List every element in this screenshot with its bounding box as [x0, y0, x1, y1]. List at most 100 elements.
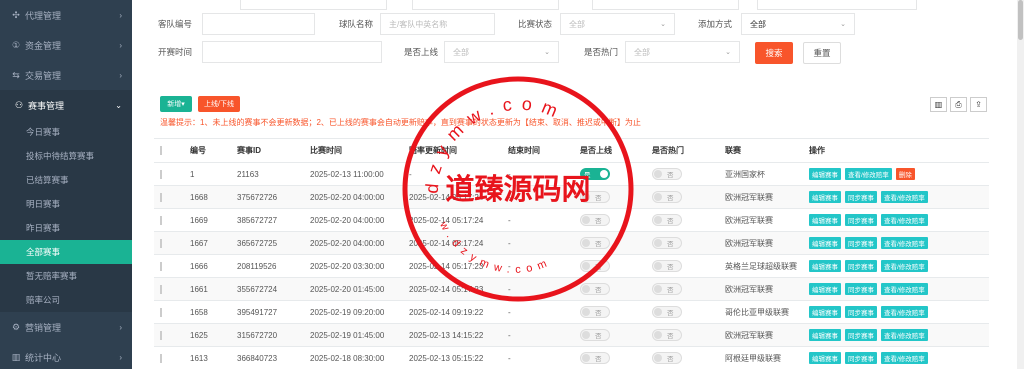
sidebar-item[interactable]: 已结算赛事: [0, 168, 132, 192]
cell-league: 哥伦比亚甲级联赛: [725, 307, 789, 317]
action-button[interactable]: 查看/修改赔率: [881, 191, 928, 203]
hot-toggle[interactable]: 否: [652, 214, 682, 226]
row-checkbox[interactable]: [160, 169, 162, 179]
cell-actions: 编辑赛事 同步赛事 查看/修改赔率: [803, 352, 989, 364]
hot-toggle[interactable]: 否: [652, 283, 682, 295]
hot-toggle[interactable]: 否: [652, 191, 682, 203]
toggle-knob: [654, 170, 662, 178]
cell-id: 1669: [190, 215, 208, 225]
row-checkbox[interactable]: [160, 192, 162, 202]
row-checkbox[interactable]: [160, 330, 162, 340]
action-button[interactable]: 同步赛事: [845, 283, 877, 295]
action-button[interactable]: 查看/修改赔率: [881, 237, 928, 249]
sidebar-group[interactable]: ⚙ 营销管理 ›: [0, 312, 132, 342]
reset-button[interactable]: 重置: [803, 42, 841, 64]
sidebar-group[interactable]: ⚇ 赛事管理 ⌄: [0, 90, 132, 120]
top-partial-input-4[interactable]: [757, 0, 917, 10]
action-button[interactable]: 查看/修改赔率: [881, 260, 928, 272]
action-button[interactable]: 编辑赛事: [809, 191, 841, 203]
top-partial-input-3[interactable]: [592, 0, 739, 10]
row-checkbox[interactable]: [160, 238, 162, 248]
action-button[interactable]: 查看/修改赔率: [881, 329, 928, 341]
hot-toggle[interactable]: 否: [652, 237, 682, 249]
action-button[interactable]: 编辑赛事: [809, 214, 841, 226]
action-button[interactable]: 同步赛事: [845, 260, 877, 272]
action-button[interactable]: 同步赛事: [845, 214, 877, 226]
cell-match-id: 315672720: [237, 330, 278, 340]
add-method-select[interactable]: 全部 ⌄: [741, 13, 855, 35]
table-row[interactable]: 1625 315672720 2025-02-19 01:45:00 2025-02-…: [154, 324, 989, 347]
row-checkbox[interactable]: [160, 284, 162, 294]
online-offline-button[interactable]: 上线/下线: [198, 96, 240, 112]
online-toggle[interactable]: 否: [580, 329, 610, 341]
row-checkbox[interactable]: [160, 353, 162, 363]
checkbox-cell: [154, 330, 184, 340]
action-button[interactable]: 同步赛事: [845, 237, 877, 249]
top-partial-input-1[interactable]: [240, 0, 387, 10]
customer-id-label: 客队编号: [158, 19, 193, 29]
action-button[interactable]: 编辑赛事: [809, 283, 841, 295]
table-row[interactable]: 1658 395491727 2025-02-19 09:20:00 2025-02-…: [154, 301, 989, 324]
sidebar-group[interactable]: ① 资金管理 ›: [0, 30, 132, 60]
sidebar-group-label: 交易管理: [25, 70, 62, 81]
action-button[interactable]: 查看/修改赔率: [881, 352, 928, 364]
sidebar-item[interactable]: 明日赛事: [0, 192, 132, 216]
scrollbar[interactable]: [1017, 0, 1024, 369]
match-status-select[interactable]: 全部 ⌄: [560, 13, 675, 35]
hot-toggle[interactable]: 否: [652, 260, 682, 272]
print-icon[interactable]: ⎙: [950, 97, 967, 112]
action-button[interactable]: 编辑赛事: [809, 168, 841, 180]
export-icon[interactable]: ⇪: [970, 97, 987, 112]
action-button[interactable]: 编辑赛事: [809, 260, 841, 272]
online-select[interactable]: 全部 ⌄: [444, 41, 559, 63]
hot-toggle[interactable]: 否: [652, 352, 682, 364]
select-all-checkbox[interactable]: [160, 146, 162, 155]
sidebar-group[interactable]: ▥ 统计中心 ›: [0, 342, 132, 369]
sidebar-item[interactable]: 赔率公司: [0, 288, 132, 312]
action-button[interactable]: 查看/修改赔率: [881, 214, 928, 226]
hot-select[interactable]: 全部 ⌄: [625, 41, 740, 63]
action-button[interactable]: 同步赛事: [845, 306, 877, 318]
online-toggle[interactable]: 否: [580, 352, 610, 364]
online-value: 全部: [453, 47, 469, 57]
cell-league: 亚洲国家杯: [725, 169, 765, 179]
action-button[interactable]: 编辑赛事: [809, 352, 841, 364]
action-button[interactable]: 编辑赛事: [809, 329, 841, 341]
action-button[interactable]: 编辑赛事: [809, 237, 841, 249]
table-row[interactable]: 1613 366840723 2025-02-18 08:30:00 2025-02-…: [154, 347, 989, 369]
hot-toggle[interactable]: 否: [652, 168, 682, 180]
start-time-input[interactable]: [202, 41, 382, 63]
action-button[interactable]: 查看/修改赔率: [881, 306, 928, 318]
hot-toggle[interactable]: 否: [652, 329, 682, 341]
scrollbar-thumb[interactable]: [1018, 0, 1023, 40]
action-button[interactable]: 查看/修改赔率: [881, 283, 928, 295]
row-checkbox[interactable]: [160, 307, 162, 317]
customer-id-input[interactable]: [202, 13, 315, 35]
row-checkbox[interactable]: [160, 261, 162, 271]
online-toggle[interactable]: 否: [580, 306, 610, 318]
checkbox-cell: [154, 215, 184, 225]
hot-toggle[interactable]: 否: [652, 306, 682, 318]
action-button[interactable]: 编辑赛事: [809, 306, 841, 318]
sidebar-item[interactable]: 昨日赛事: [0, 216, 132, 240]
row-checkbox[interactable]: [160, 215, 162, 225]
action-button[interactable]: 同步赛事: [845, 352, 877, 364]
add-button[interactable]: 新增▾: [160, 96, 192, 112]
cell-online: 否: [574, 306, 646, 318]
delete-button[interactable]: 删除: [895, 168, 915, 180]
sidebar-group[interactable]: ✣ 代理管理 ›: [0, 0, 132, 30]
sidebar-item[interactable]: 投标中待结算赛事: [0, 144, 132, 168]
toggle-label: 否: [667, 241, 674, 248]
sidebar-item[interactable]: 暂无赔率赛事: [0, 264, 132, 288]
sidebar-item[interactable]: 今日赛事: [0, 120, 132, 144]
sidebar-group[interactable]: ⇆ 交易管理 ›: [0, 60, 132, 90]
team-name-input[interactable]: 主/客队中英名称: [380, 13, 495, 35]
sidebar-item[interactable]: 全部赛事: [0, 240, 132, 264]
hot-label: 是否热门: [584, 47, 619, 57]
top-partial-input-2[interactable]: [412, 0, 559, 10]
action-button[interactable]: 查看/修改赔率: [845, 168, 892, 180]
action-button[interactable]: 同步赛事: [845, 329, 877, 341]
search-button[interactable]: 搜索: [755, 42, 793, 64]
action-button[interactable]: 同步赛事: [845, 191, 877, 203]
columns-icon[interactable]: ▥: [930, 97, 947, 112]
